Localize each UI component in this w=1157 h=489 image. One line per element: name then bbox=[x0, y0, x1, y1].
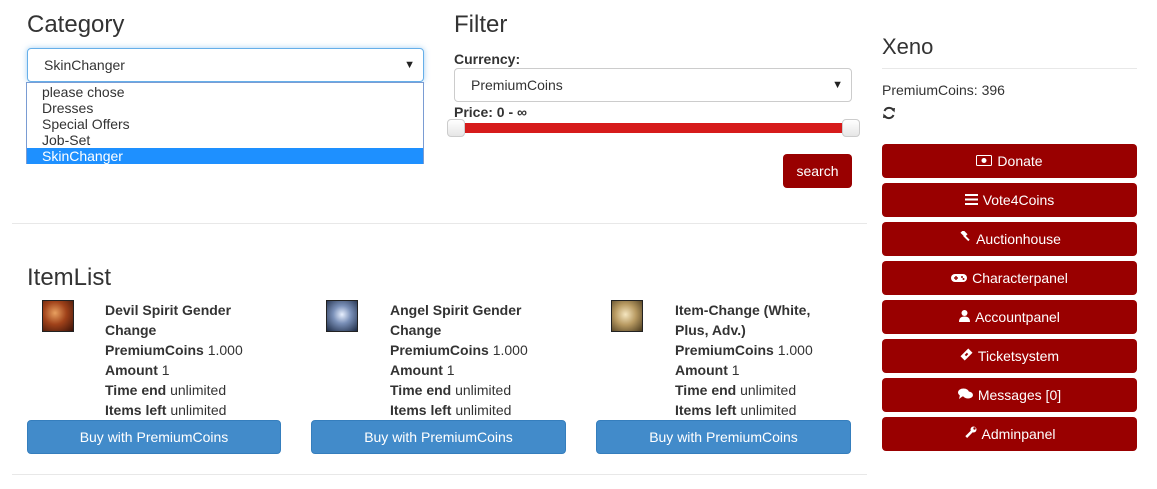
price-slider-max-handle[interactable] bbox=[842, 119, 860, 137]
category-title: Category bbox=[27, 11, 125, 38]
vote4coins-label: Vote4Coins bbox=[982, 192, 1055, 208]
item-change-icon bbox=[611, 300, 643, 332]
item-info-devil-spirit: Devil Spirit Gender Change PremiumCoins … bbox=[105, 300, 285, 420]
item-info-angel-spirit: Angel Spirit Gender Change PremiumCoins … bbox=[390, 300, 570, 420]
section-divider bbox=[12, 474, 867, 475]
refresh-icon[interactable] bbox=[882, 105, 896, 121]
item-amount-value: 1 bbox=[161, 362, 170, 378]
item-amount-value: 1 bbox=[446, 362, 455, 378]
item-time-label: Time end bbox=[105, 382, 167, 398]
category-dropdown-list[interactable]: please chose Dresses Special Offers Job-… bbox=[26, 82, 424, 164]
item-amount-label: Amount bbox=[675, 362, 728, 378]
category-select[interactable]: SkinChanger ▼ bbox=[27, 48, 424, 82]
category-option-job-set[interactable]: Job-Set bbox=[27, 132, 423, 148]
currency-select-value: PremiumCoins bbox=[471, 77, 563, 93]
buy-button-item-change[interactable]: Buy with PremiumCoins bbox=[596, 420, 851, 454]
item-time-value: unlimited bbox=[455, 382, 512, 398]
ticketsystem-label: Ticketsystem bbox=[977, 348, 1060, 364]
characterpanel-button[interactable]: Characterpanel bbox=[882, 261, 1137, 295]
messages-label: Messages [0] bbox=[977, 387, 1062, 403]
category-option-please-chose[interactable]: please chose bbox=[27, 84, 423, 100]
item-name-line2: Change bbox=[390, 322, 442, 338]
list-icon bbox=[964, 184, 978, 218]
item-name-line2: Change bbox=[105, 322, 157, 338]
donate-button[interactable]: Donate bbox=[882, 144, 1137, 178]
price-slider-fill bbox=[462, 123, 852, 133]
accountpanel-label: Accountpanel bbox=[975, 309, 1060, 325]
price-slider[interactable] bbox=[447, 118, 860, 138]
vote4coins-button[interactable]: Vote4Coins bbox=[882, 183, 1137, 217]
item-left-label: Items left bbox=[390, 402, 452, 418]
gavel-icon bbox=[958, 223, 971, 257]
user-icon bbox=[959, 301, 971, 335]
ticket-icon bbox=[960, 340, 973, 374]
user-balance: PremiumCoins: 396 bbox=[882, 82, 1005, 98]
item-left-value: unlimited bbox=[170, 402, 227, 418]
buy-button-angel-spirit[interactable]: Buy with PremiumCoins bbox=[311, 420, 566, 454]
item-left-value: unlimited bbox=[455, 402, 512, 418]
item-amount-label: Amount bbox=[390, 362, 443, 378]
gamepad-icon bbox=[951, 262, 968, 296]
angel-spirit-icon bbox=[326, 300, 358, 332]
filter-title: Filter bbox=[454, 11, 508, 38]
item-time-label: Time end bbox=[390, 382, 452, 398]
comments-icon bbox=[957, 379, 973, 413]
item-left-value: unlimited bbox=[740, 402, 797, 418]
item-name-line2: Plus, Adv.) bbox=[675, 322, 746, 338]
item-price-label: PremiumCoins bbox=[675, 342, 774, 358]
auctionhouse-label: Auctionhouse bbox=[976, 231, 1061, 247]
category-option-special-offers[interactable]: Special Offers bbox=[27, 116, 423, 132]
price-slider-min-handle[interactable] bbox=[447, 119, 465, 137]
currency-select[interactable]: PremiumCoins ▼ bbox=[454, 68, 852, 102]
characterpanel-label: Characterpanel bbox=[972, 270, 1068, 286]
devil-spirit-icon bbox=[42, 300, 74, 332]
category-select-value: SkinChanger bbox=[44, 57, 125, 73]
item-time-label: Time end bbox=[675, 382, 737, 398]
item-price-label: PremiumCoins bbox=[390, 342, 489, 358]
money-icon bbox=[976, 145, 993, 179]
category-option-dresses[interactable]: Dresses bbox=[27, 100, 423, 116]
donate-label: Donate bbox=[997, 153, 1043, 169]
item-price-value: 1.000 bbox=[207, 342, 243, 358]
adminpanel-label: Adminpanel bbox=[981, 426, 1056, 442]
auctionhouse-button[interactable]: Auctionhouse bbox=[882, 222, 1137, 256]
user-name: Xeno bbox=[882, 34, 934, 59]
currency-label: Currency: bbox=[454, 51, 521, 67]
chevron-down-icon: ▼ bbox=[832, 79, 843, 91]
user-divider bbox=[882, 68, 1137, 69]
item-left-label: Items left bbox=[105, 402, 167, 418]
buy-button-devil-spirit[interactable]: Buy with PremiumCoins bbox=[27, 420, 281, 454]
item-price-label: PremiumCoins bbox=[105, 342, 204, 358]
ticketsystem-button[interactable]: Ticketsystem bbox=[882, 339, 1137, 373]
item-amount-value: 1 bbox=[731, 362, 740, 378]
item-name-line1: Item-Change (White, bbox=[675, 302, 811, 318]
item-amount-label: Amount bbox=[105, 362, 158, 378]
messages-button[interactable]: Messages [0] bbox=[882, 378, 1137, 412]
adminpanel-button[interactable]: Adminpanel bbox=[882, 417, 1137, 451]
wrench-icon bbox=[964, 418, 977, 452]
item-time-value: unlimited bbox=[170, 382, 227, 398]
item-price-value: 1.000 bbox=[777, 342, 813, 358]
category-option-skinchanger[interactable]: SkinChanger bbox=[27, 148, 423, 164]
item-name-line1: Devil Spirit Gender bbox=[105, 302, 232, 318]
item-time-value: unlimited bbox=[740, 382, 797, 398]
item-name-line1: Angel Spirit Gender bbox=[390, 302, 522, 318]
search-button[interactable]: search bbox=[783, 154, 852, 188]
item-left-label: Items left bbox=[675, 402, 737, 418]
chevron-down-icon: ▼ bbox=[404, 59, 415, 71]
section-divider bbox=[12, 223, 867, 224]
accountpanel-button[interactable]: Accountpanel bbox=[882, 300, 1137, 334]
item-info-item-change: Item-Change (White, Plus, Adv.) PremiumC… bbox=[675, 300, 855, 420]
item-price-value: 1.000 bbox=[492, 342, 528, 358]
itemlist-title: ItemList bbox=[27, 264, 112, 291]
